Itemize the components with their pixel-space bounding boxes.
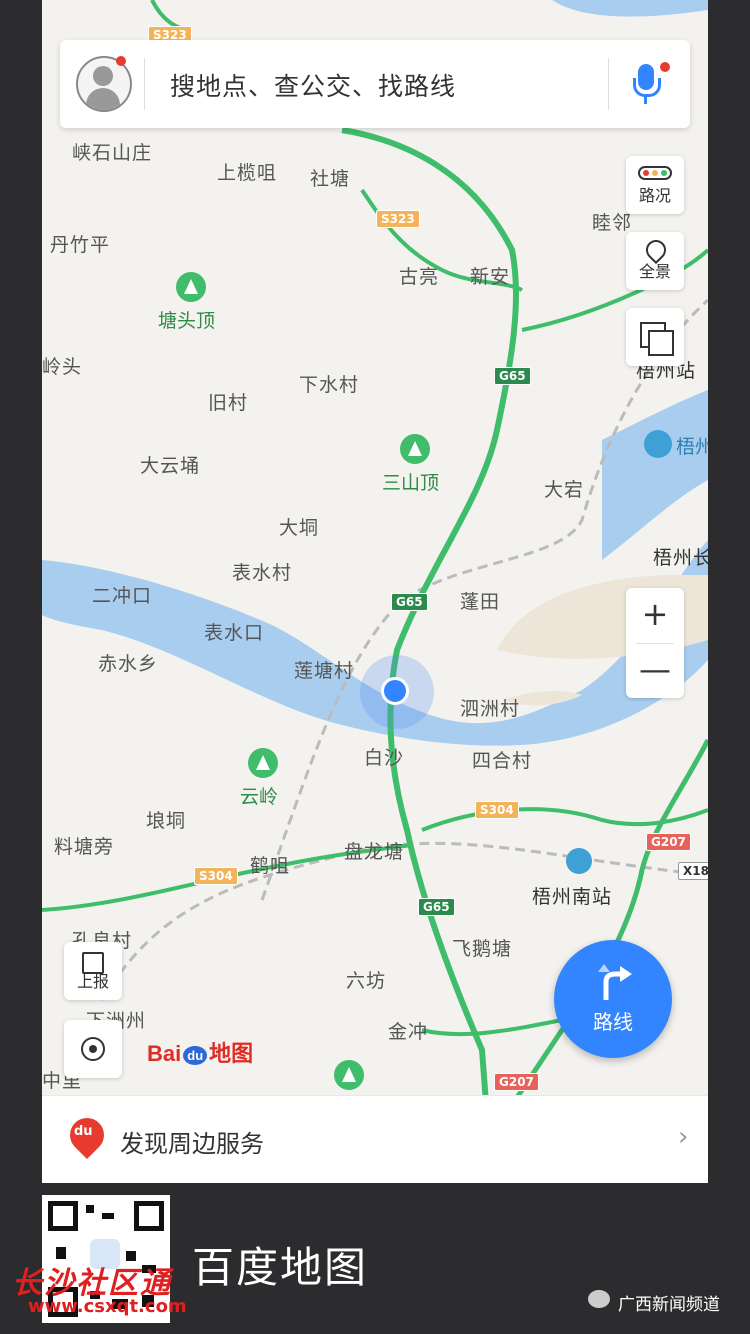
road-shield: S304 xyxy=(194,867,238,885)
place-label: 表水口 xyxy=(204,622,265,644)
du-pin-text: du xyxy=(74,1124,93,1139)
current-location-icon xyxy=(381,677,409,705)
road-shield: S304 xyxy=(475,801,519,819)
report-label: 上报 xyxy=(76,972,109,991)
mountain-icon[interactable] xyxy=(334,1060,364,1090)
place-label: 下水村 xyxy=(299,374,360,396)
place-label: 新安 xyxy=(470,266,511,288)
divider xyxy=(608,58,609,110)
microphone-pole xyxy=(644,96,647,104)
place-label: 飞鹅塘 xyxy=(452,938,513,960)
road-shield: G207 xyxy=(494,1073,539,1091)
report-button[interactable]: 上报 xyxy=(64,942,122,1000)
road-shield: G207 xyxy=(646,833,691,851)
place-label: 大云埇 xyxy=(140,455,201,477)
place-label: 料塘旁 xyxy=(54,836,115,858)
mountain-icon[interactable] xyxy=(400,434,430,464)
zoom-control: + — xyxy=(626,588,684,698)
traffic-light-icon xyxy=(638,166,672,180)
place-label: 睦邻 xyxy=(592,212,633,234)
locate-icon-center xyxy=(89,1045,97,1053)
route-button[interactable]: 路线 xyxy=(554,940,672,1058)
place-label: 大垌 xyxy=(279,517,320,539)
place-label: 四合村 xyxy=(472,750,533,772)
panorama-label: 全景 xyxy=(638,262,671,281)
zoom-out-button[interactable]: — xyxy=(626,643,684,698)
panorama-button[interactable]: 全景 xyxy=(626,232,684,290)
logo-du: du xyxy=(183,1045,208,1065)
park-icon[interactable] xyxy=(644,430,672,458)
notification-dot xyxy=(660,62,670,72)
place-label: 梧州南站 xyxy=(532,886,613,908)
watermark-url: www.csxqt.com xyxy=(28,1296,187,1317)
poi-label: 梧州 xyxy=(676,436,708,458)
place-label: 大宕 xyxy=(544,479,585,501)
road-south xyxy=(421,1018,563,1037)
place-label: 六坊 xyxy=(346,970,387,992)
road-shield: S323 xyxy=(376,210,420,228)
place-label: 丹竹平 xyxy=(50,234,111,256)
avatar-head xyxy=(93,66,113,86)
place-label: 梧州长 xyxy=(653,547,708,569)
traffic-label: 路况 xyxy=(638,186,671,205)
app-title: 百度地图 xyxy=(192,1243,369,1292)
place-label: 莲塘村 xyxy=(294,660,355,682)
source-label: 广西新闻频道 xyxy=(618,1295,720,1315)
place-label: 埌垌 xyxy=(146,810,187,832)
poi-label: 塘头顶 xyxy=(158,310,216,332)
traffic-button[interactable]: 路况 xyxy=(626,156,684,214)
place-label: 二冲口 xyxy=(92,585,153,607)
search-input[interactable]: 搜地点、查公交、找路线 xyxy=(170,67,456,103)
place-label: 泗洲村 xyxy=(460,698,521,720)
road-shield: G65 xyxy=(391,593,428,611)
mountain-icon[interactable] xyxy=(176,272,206,302)
notification-dot xyxy=(116,56,126,66)
road-shield: X184 xyxy=(678,862,708,880)
highway-g207 xyxy=(499,738,708,1122)
divider xyxy=(144,58,145,110)
road-shield: G65 xyxy=(418,898,455,916)
layers-icon-back xyxy=(648,330,674,356)
place-label: 白沙 xyxy=(364,747,405,769)
place-label: 旧村 xyxy=(208,392,249,414)
route-arrow-icon xyxy=(598,964,632,1000)
poi-label: 云岭 xyxy=(240,786,279,808)
chevron-right-icon: › xyxy=(678,1122,689,1152)
avatar-body xyxy=(86,88,120,110)
route-label: 路线 xyxy=(593,1010,633,1034)
place-label: 蓬田 xyxy=(460,591,501,613)
baidu-logo: Bai du 地图 xyxy=(147,1036,253,1068)
place-label: 赤水乡 xyxy=(98,653,159,675)
river-top xyxy=(552,0,708,17)
nearby-services-label: 发现周边服务 xyxy=(120,1130,264,1158)
train-station-icon[interactable] xyxy=(566,848,592,874)
search-bar[interactable]: 搜地点、查公交、找路线 xyxy=(60,40,690,128)
place-label: 古亮 xyxy=(399,266,440,288)
locate-button[interactable] xyxy=(64,1020,122,1078)
layers-button[interactable] xyxy=(626,308,684,366)
map-screen: 峡石山庄 上榄咀 社塘 丹竹平 睦邻 古亮 新安 岭头 旧村 下水村 梧州站 大… xyxy=(42,0,708,1183)
place-label: 金冲 xyxy=(388,1021,429,1043)
mountain-icon[interactable] xyxy=(248,748,278,778)
place-label: 峡石山庄 xyxy=(72,142,153,164)
place-label: 岭头 xyxy=(42,356,83,378)
place-label: 盘龙塘 xyxy=(344,841,405,863)
logo-bai: Bai xyxy=(147,1041,182,1066)
microphone-stand xyxy=(633,78,661,97)
river-upper xyxy=(602,390,708,560)
place-label: 表水村 xyxy=(232,562,293,584)
place-label: 鹤咀 xyxy=(250,855,291,877)
nearby-services-bar[interactable]: du 发现周边服务 › xyxy=(42,1095,708,1183)
poi-label: 三山顶 xyxy=(382,472,440,494)
zoom-in-button[interactable]: + xyxy=(626,588,684,643)
logo-map: 地图 xyxy=(209,1041,254,1066)
road-shield: G65 xyxy=(494,367,531,385)
place-label: 上榄咀 xyxy=(217,162,278,184)
wechat-icon xyxy=(588,1290,610,1308)
place-label: 社塘 xyxy=(310,168,351,190)
